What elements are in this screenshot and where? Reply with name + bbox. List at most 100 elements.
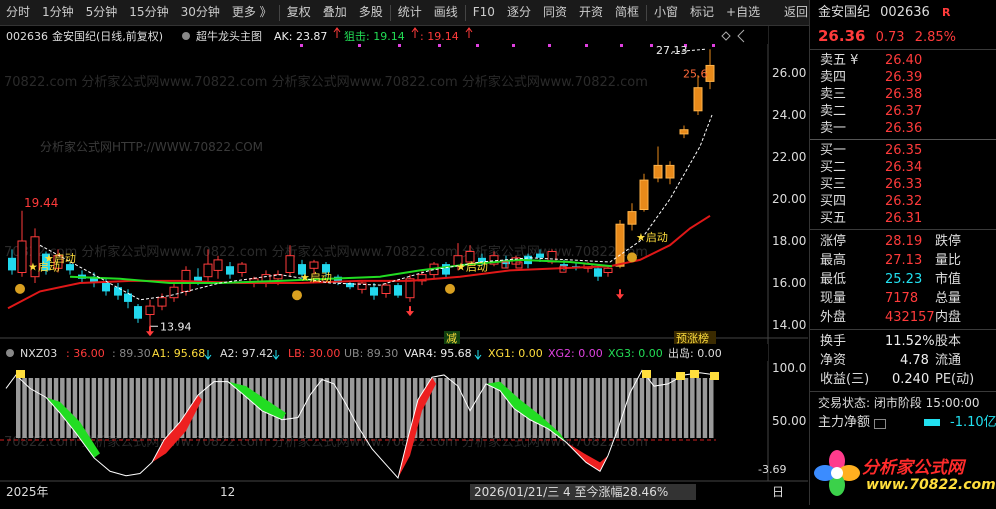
level-price: 26.35 [885, 143, 923, 158]
level-label: 卖五 ¥ [820, 53, 859, 68]
signal-block [642, 370, 651, 378]
candle-body [145, 305, 155, 316]
sub-var4: VAR4: 95.68 [404, 347, 472, 360]
toolbar-item-0[interactable]: 分时 [0, 0, 36, 25]
flow-bar [924, 419, 940, 426]
outer-value: 432157 [885, 310, 935, 325]
chart-area[interactable]: 70822.com 分析家公式网www.70822.com 分析家公式网www.… [0, 26, 808, 505]
oscillator-bar [475, 378, 481, 438]
sell-book-row[interactable]: 卖四 26.39 [810, 69, 996, 86]
candle-body [169, 286, 179, 299]
sub-out: 出岛: 0.00 [668, 346, 722, 360]
toolbar-item-18[interactable]: +自选 [720, 0, 766, 25]
sell-book-row[interactable]: 卖五 ¥ 26.40 [810, 52, 996, 69]
candle-body [442, 264, 450, 275]
flower-logo-icon [814, 450, 860, 496]
price-axis-label: 26.00 [772, 66, 806, 80]
oscillator-bar [709, 378, 714, 438]
low-value: 25.23 [885, 272, 923, 287]
start-signal-label: ★启动 [456, 260, 488, 273]
buy-book-row[interactable]: 买一 26.35 [810, 142, 996, 159]
oscillator-bar [589, 378, 594, 438]
candle-body [309, 261, 319, 269]
oscillator-bar [129, 378, 134, 438]
candle-body [226, 266, 234, 275]
toolbar-item-5[interactable]: 更多 》 [226, 0, 278, 25]
oscillator-bar [97, 378, 103, 438]
candle-body [536, 253, 544, 258]
oscillator-bar [135, 378, 141, 438]
toolbar-item-13[interactable]: 同资 [537, 0, 573, 25]
oscillator-bar [608, 378, 613, 438]
stock-title: 金安国纪 002636 R [810, 0, 996, 25]
toolbar-item-17[interactable]: 标记 [684, 0, 720, 25]
oscillator-bar [627, 378, 632, 438]
logo-url: www.70822.com [866, 477, 996, 493]
toolbar-item-15[interactable]: 简框 [609, 0, 645, 25]
buy-book-row[interactable]: 买三 26.33 [810, 176, 996, 193]
toolbar-item-1[interactable]: 1分钟 [36, 0, 80, 25]
sub-xg2: XG2: 0.00 [548, 347, 603, 360]
oscillator-bar [677, 378, 682, 438]
toolbar-separator [389, 4, 391, 21]
rzrq-badge: R [941, 6, 951, 19]
toolbar-item-14[interactable]: 开资 [573, 0, 609, 25]
oscillator-bar [381, 378, 386, 438]
buy-book-row[interactable]: 买四 26.32 [810, 193, 996, 210]
oscillator-bar [349, 378, 355, 438]
toolbar-item-4[interactable]: 30分钟 [175, 0, 226, 25]
sell-book: 卖五 ¥ 26.40 卖四 26.39 卖三 26.38 卖二 26.37 卖一 26.36 [810, 52, 996, 137]
oscillator-bar [394, 378, 399, 438]
stock-code: 002636 [880, 5, 930, 20]
oscillator-bar [142, 378, 147, 438]
level-price: 26.31 [885, 211, 923, 226]
toolbar-item-12[interactable]: 逐分 [501, 0, 537, 25]
toolbar-item-6[interactable]: 复权 [281, 0, 317, 25]
signal-dot [585, 44, 588, 47]
toolbar-item-7[interactable]: 叠加 [317, 0, 353, 25]
oscillator-bar [444, 378, 449, 438]
indicator-name: 超牛龙头主图 [196, 29, 262, 43]
price-axis-label: 14.00 [772, 318, 806, 332]
level-label: 买四 [820, 194, 847, 209]
signal-dot [650, 44, 653, 47]
oscillator-bar [104, 378, 109, 438]
main-flow-label[interactable]: 主力净额 [818, 413, 870, 432]
oscillator-bar [375, 378, 380, 438]
chart-canvas[interactable]: 70822.com 分析家公式网www.70822.com 分析家公式网www.… [0, 26, 808, 505]
toolbar-item-2[interactable]: 5分钟 [80, 0, 124, 25]
signal-dot [712, 44, 715, 47]
candle-body [134, 306, 142, 319]
signal-dot [358, 44, 361, 47]
toolbar-item-11[interactable]: F10 [467, 0, 501, 25]
oscillator-bar [633, 378, 638, 438]
main-code: 002636 [6, 30, 48, 43]
buy-book-row[interactable]: 买二 26.34 [810, 159, 996, 176]
candle-body [102, 283, 110, 292]
oscillator-bar [601, 378, 607, 438]
toolbar-item-8[interactable]: 多股 [353, 0, 389, 25]
candle-body [66, 264, 74, 271]
buy-book-row[interactable]: 买五 26.31 [810, 210, 996, 227]
toolbar-item-16[interactable]: 小窗 [648, 0, 684, 25]
toolbar-item-3[interactable]: 15分钟 [123, 0, 174, 25]
start-signal-label: ★启动 [300, 271, 332, 284]
candle-body [627, 211, 637, 225]
total-label: 总量 [935, 291, 962, 306]
toolbar-item-10[interactable]: 画线 [428, 0, 464, 25]
sell-book-row[interactable]: 卖一 26.36 [810, 120, 996, 137]
candle-body [679, 129, 689, 135]
oscillator-bar [91, 378, 97, 438]
sell-book-row[interactable]: 卖三 26.38 [810, 86, 996, 103]
oscillator-bar [211, 378, 216, 438]
candle-body [237, 263, 247, 274]
sell-book-row[interactable]: 卖二 26.37 [810, 103, 996, 120]
level-label: 买五 [820, 211, 847, 226]
candle-body [594, 268, 602, 277]
expand-icon[interactable] [874, 419, 886, 429]
toolbar-item-9[interactable]: 统计 [392, 0, 428, 25]
sub-ub: UB: 89.30 [344, 347, 398, 360]
oscillator-bar [664, 378, 670, 438]
sub-xg1: XG1: 0.00 [488, 347, 543, 360]
candle-body [17, 240, 27, 273]
